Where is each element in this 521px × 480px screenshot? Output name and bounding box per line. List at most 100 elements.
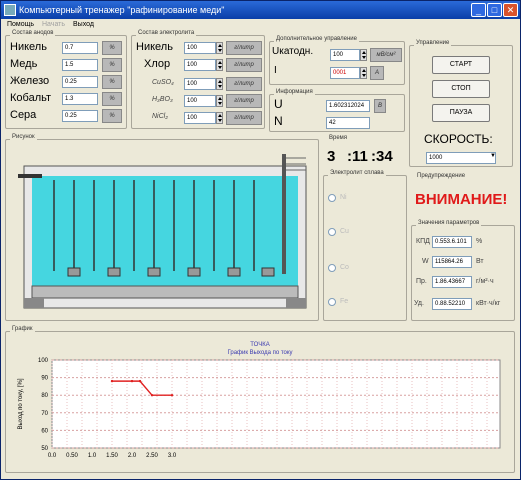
electrolyte-cuso4-unit[interactable]: г/литр [226, 77, 262, 91]
picture-title: Рисунок [10, 134, 37, 140]
time-minutes: :11 [347, 148, 368, 165]
electrolyte-h3bo3-unit[interactable]: г/литр [226, 94, 262, 108]
radio-co-label: Co [340, 264, 349, 271]
chevron-down-icon[interactable]: ▼ [490, 153, 496, 159]
electrolyte-nicl2-input[interactable]: 100 [184, 112, 216, 124]
anode-cobalt-unit[interactable]: % [102, 92, 122, 106]
speed-select[interactable]: 1000 [426, 152, 496, 164]
param-w-label: W [422, 258, 429, 265]
electrolyzer-diagram [18, 154, 307, 309]
time-seconds: :34 [371, 148, 393, 165]
info-n-value: 42 [326, 117, 370, 129]
chart-group: График ТОЧКА График Выхода по току 100 90 80… [5, 326, 515, 473]
param-kpd-value: 0.553.6.101 [432, 236, 472, 248]
info-title: Информация [274, 89, 315, 95]
chart-ytick-label: 90 [41, 376, 48, 382]
voltage-spinner[interactable] [360, 49, 367, 61]
chart-xtick-label: 1.0 [88, 453, 97, 459]
main-window: Компьютерный тренажер "рафинирование мед… [0, 0, 521, 480]
electrolyte-label-h3bo3: H₃BO₃ [152, 96, 173, 103]
electrolyte-label-nickel: Никель [136, 41, 173, 53]
anode-label-copper: Медь [10, 58, 38, 70]
current-spinner[interactable] [360, 67, 367, 79]
warning-title: Предупреждение [415, 173, 468, 179]
menu-exit[interactable]: Выход [73, 21, 94, 28]
param-ud-label: Уд. [414, 300, 424, 307]
electrolyte-title: Состав электролита [136, 30, 197, 36]
chart-subtitle: График Выхода по току [227, 350, 292, 356]
chart-xtick-label: 1.50 [106, 453, 118, 459]
control-title: Дополнительное управление [274, 36, 359, 42]
electrolyte-cuso4-spinner[interactable] [216, 78, 223, 90]
electrolyte-label-chlorine: Хлор [144, 58, 171, 70]
electrolyte-chlorine-input[interactable]: 100 [184, 59, 216, 71]
info-u-value: 1.602312024 [326, 100, 370, 112]
anode-copper-input[interactable]: 1.5 [62, 59, 98, 71]
param-w-unit: Вт [476, 258, 484, 265]
chart-panel-title: График [10, 326, 35, 332]
voltage-input[interactable]: 100 [330, 49, 360, 61]
warning-text: ВНИМАНИЕ! [415, 191, 508, 208]
chart-xtick-label: 3.0 [168, 453, 177, 459]
start-button[interactable]: СТАРТ [432, 56, 490, 74]
anode-cobalt-input[interactable]: 1.3 [62, 93, 98, 105]
electrolyte-nicl2-spinner[interactable] [216, 112, 223, 124]
electrolyte-chlorine-unit[interactable]: г/литр [226, 58, 262, 72]
radio-cu[interactable] [328, 228, 336, 236]
picture-group: Рисунок [5, 134, 319, 321]
voltage-unit[interactable]: мВ/см² [370, 48, 402, 62]
pause-button[interactable]: ПАУЗА [432, 104, 490, 122]
menu-help[interactable]: Помощь [7, 21, 34, 28]
anode-label-iron: Железо [10, 75, 50, 87]
chart-xtick-label: 0.50 [66, 453, 78, 459]
anode-copper-unit[interactable]: % [102, 58, 122, 72]
anode-iron-unit[interactable]: % [102, 75, 122, 89]
chart-ytick-label: 100 [38, 358, 49, 364]
current-label: I [274, 65, 277, 76]
management-title: Управление [414, 40, 452, 46]
anode-nickel-unit[interactable]: % [102, 41, 122, 55]
chart-point [130, 379, 134, 383]
menu-bar: Помощь Начать Выход [1, 19, 520, 31]
maximize-icon[interactable]: □ [487, 3, 502, 17]
radio-fe-label: Fe [340, 298, 349, 305]
electrolyte-nickel-unit[interactable]: г/литр [226, 41, 262, 55]
chart-point [150, 394, 154, 397]
electrolyte-h3bo3-input[interactable]: 100 [184, 95, 216, 107]
radio-co[interactable] [328, 264, 336, 272]
chart-point [110, 379, 114, 383]
electrolyte-group: Состав электролита Никель 100 г/литр Хло… [131, 30, 265, 129]
anode-nickel-input[interactable]: 0.7 [62, 42, 98, 54]
anode-sulfur-input[interactable]: 0.25 [62, 110, 98, 122]
chart-ylabel: Выход по току, [%] [18, 378, 24, 429]
electrolyte-cuso4-input[interactable]: 100 [184, 78, 216, 90]
radio-fe[interactable] [328, 298, 336, 306]
info-u-unit: В [374, 99, 386, 113]
param-pr-label: Пр. [416, 278, 427, 285]
electrolyte-label-nicl2: NiCl₂ [152, 113, 168, 120]
current-unit[interactable]: А [370, 66, 384, 80]
stop-button[interactable]: СТОП [432, 80, 490, 98]
window-title: Компьютерный тренажер "рафинирование мед… [19, 5, 225, 15]
current-input[interactable]: 0001 [330, 67, 360, 79]
title-bar: Компьютерный тренажер "рафинирование мед… [1, 1, 520, 19]
param-pr-unit: г/м²·ч [476, 278, 494, 285]
chart-xtick-label: 2.50 [146, 453, 158, 459]
electrolyte-nickel-spinner[interactable] [216, 42, 223, 54]
minimize-icon[interactable]: _ [471, 3, 486, 17]
anode-sulfur-unit[interactable]: % [102, 109, 122, 123]
chart-title: ТОЧКА [250, 342, 269, 348]
param-w-value: 115864.26 [432, 256, 472, 268]
menu-start[interactable]: Начать [42, 21, 65, 28]
electrolyte-nickel-input[interactable]: 100 [184, 42, 216, 54]
anode-iron-input[interactable]: 0.25 [62, 76, 98, 88]
radio-ni[interactable] [328, 194, 336, 202]
output-chart: ТОЧКАГрафик Выхода по току10090807060500… [18, 342, 501, 459]
electrolyte-nicl2-unit[interactable]: г/литр [226, 111, 262, 125]
params-title: Значения параметров [416, 220, 482, 226]
close-icon[interactable]: ✕ [503, 3, 518, 17]
time-title: Время [327, 135, 350, 141]
radio-cu-label: Cu [340, 228, 349, 235]
electrolyte-h3bo3-spinner[interactable] [216, 95, 223, 107]
electrolyte-chlorine-spinner[interactable] [216, 59, 223, 71]
